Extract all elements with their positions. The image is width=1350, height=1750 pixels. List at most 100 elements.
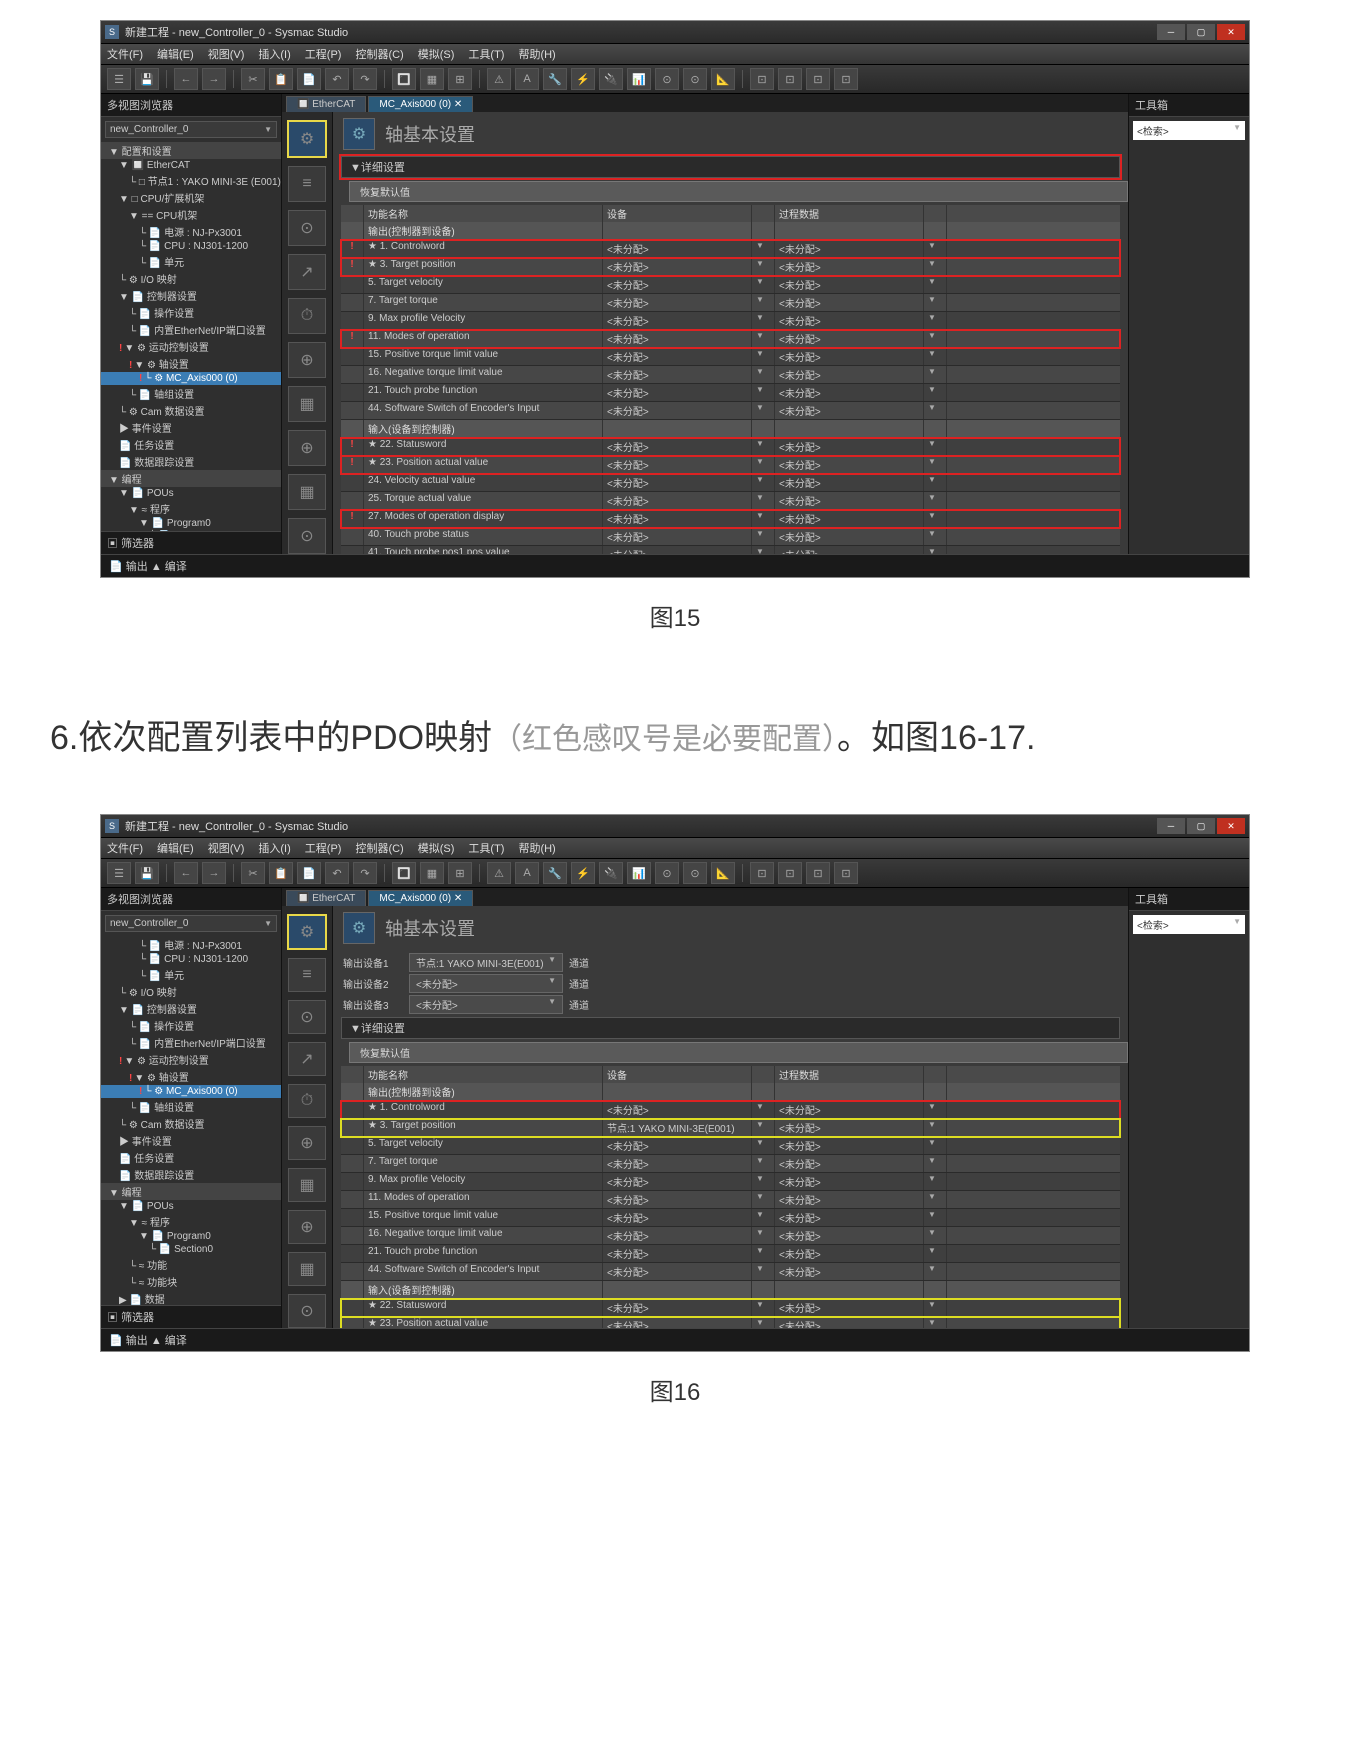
tree-item[interactable]: └ ⚙ Cam 数据设置 [101, 402, 281, 419]
tree-item[interactable]: ▶ 事件设置 [101, 1132, 281, 1149]
menu-item[interactable]: 帮助(H) [518, 46, 555, 62]
toolbar-button[interactable]: ✂ [241, 862, 265, 884]
table-row[interactable]: 16. Negative torque limit value <未分配>▼ <… [341, 366, 1120, 384]
toolbar-button[interactable]: → [202, 862, 226, 884]
table-row[interactable]: ! ★ 1. Controlword <未分配>▼ <未分配>▼ [341, 240, 1120, 258]
tree-item[interactable]: └ 📄 单元 [101, 253, 281, 270]
toolbar-button[interactable]: ✂ [241, 68, 265, 90]
tab-ethercat[interactable]: 🔲 EtherCAT [286, 96, 366, 112]
table-row[interactable]: 44. Software Switch of Encoder's Input <… [341, 1263, 1120, 1281]
table-row[interactable]: 21. Touch probe function <未分配>▼ <未分配>▼ [341, 1245, 1120, 1263]
table-row[interactable]: 11. Modes of operation <未分配>▼ <未分配>▼ [341, 1191, 1120, 1209]
vtool-button[interactable]: ⏱ [288, 1084, 326, 1118]
table-row[interactable]: 9. Max profile Velocity <未分配>▼ <未分配>▼ [341, 312, 1120, 330]
tree-item[interactable]: └ 📄 电源 : NJ-Px3001 [101, 936, 281, 953]
toolbar-button[interactable]: ⚠ [487, 68, 511, 90]
tree-item[interactable]: ▼ □ CPU/扩展机架 [101, 189, 281, 206]
filter-bar[interactable]: ▣ 筛选器 [101, 531, 281, 554]
tree-item[interactable]: └ 📄 轴组设置 [101, 385, 281, 402]
table-row[interactable]: ! ★ 22. Statusword <未分配>▼ <未分配>▼ [341, 438, 1120, 456]
table-row[interactable]: 7. Target torque <未分配>▼ <未分配>▼ [341, 1155, 1120, 1173]
menu-item[interactable]: 工具(T) [468, 840, 504, 856]
toolbar-button[interactable]: ⊡ [750, 68, 774, 90]
toolbar-button[interactable]: ⚠ [487, 862, 511, 884]
tree-item[interactable]: !▼ ⚙ 轴设置 [101, 1068, 281, 1085]
table-row[interactable]: ★ 23. Position actual value <未分配>▼ <未分配>… [341, 1317, 1120, 1328]
toolbar-button[interactable]: 📐 [711, 862, 735, 884]
vtool-button[interactable]: ⊙ [288, 1000, 326, 1034]
toolbar-button[interactable]: → [202, 68, 226, 90]
tree-item[interactable]: ▼ 编程 [101, 470, 281, 487]
tab-ethercat[interactable]: 🔲 EtherCAT [286, 890, 366, 906]
toolbar-button[interactable]: 💾 [135, 68, 159, 90]
table-row[interactable]: 5. Target velocity <未分配>▼ <未分配>▼ [341, 1137, 1120, 1155]
tree-item[interactable]: ▼ 📄 Program0 [101, 517, 281, 530]
toolbar-button[interactable]: 📄 [297, 68, 321, 90]
toolbar-button[interactable]: 🔌 [599, 68, 623, 90]
vtool-button[interactable]: ≡ [288, 166, 326, 202]
table-row[interactable]: 41. Touch probe pos1 pos value <未分配>▼ <未… [341, 546, 1120, 554]
tree-item[interactable]: ▼ 编程 [101, 1183, 281, 1200]
table-row[interactable]: ★ 22. Statusword <未分配>▼ <未分配>▼ [341, 1299, 1120, 1317]
toolbar-button[interactable]: 📐 [711, 68, 735, 90]
table-row[interactable]: ! 11. Modes of operation <未分配>▼ <未分配>▼ [341, 330, 1120, 348]
vtool-button[interactable]: ⊕ [288, 430, 326, 466]
detail-section[interactable]: ▼详细设置 [341, 156, 1120, 178]
tree-item[interactable]: !└ ⚙ MC_Axis000 (0) [101, 1085, 281, 1098]
tree-item[interactable]: ▼ 🔲 EtherCAT [101, 159, 281, 172]
tree-item[interactable]: └ 📄 内置EtherNet/IP端口设置 [101, 321, 281, 338]
menu-item[interactable]: 编辑(E) [157, 46, 194, 62]
tree-item[interactable]: └ ≈ 功能块 [101, 1273, 281, 1290]
vtool-button[interactable]: ⏱ [288, 298, 326, 334]
vtool-button[interactable]: ⚙ [287, 914, 327, 950]
tree-item[interactable]: 📄 数据跟踪设置 [101, 1166, 281, 1183]
toolbar-button[interactable]: ▦ [420, 68, 444, 90]
vtool-button[interactable]: ⊕ [288, 342, 326, 378]
menu-item[interactable]: 模拟(S) [418, 840, 455, 856]
filter-bar[interactable]: ▣ 筛选器 [101, 1305, 281, 1328]
tree-item[interactable]: ▼ == CPU机架 [101, 206, 281, 223]
tree-item[interactable]: ▼ 📄 Program0 [101, 1230, 281, 1243]
search-input[interactable]: <检索>▼ [1133, 121, 1245, 140]
toolbar-button[interactable]: ⊡ [834, 68, 858, 90]
toolbar-button[interactable]: ↷ [353, 68, 377, 90]
toolbar-button[interactable]: ⊡ [778, 68, 802, 90]
table-row[interactable]: 15. Positive torque limit value <未分配>▼ <… [341, 1209, 1120, 1227]
project-tree[interactable]: ▼ 配置和设置▼ 🔲 EtherCAT└ □ 节点1 : YAKO MINI-3… [101, 142, 281, 531]
menu-item[interactable]: 编辑(E) [157, 840, 194, 856]
table-row[interactable]: 7. Target torque <未分配>▼ <未分配>▼ [341, 294, 1120, 312]
minimize-button[interactable]: ─ [1157, 24, 1185, 40]
toolbar-button[interactable]: 🔧 [543, 68, 567, 90]
toolbar-button[interactable]: ↷ [353, 862, 377, 884]
toolbar-button[interactable]: ← [174, 862, 198, 884]
toolbar-button[interactable]: ⊙ [655, 68, 679, 90]
tree-item[interactable]: └ 📄 操作设置 [101, 1017, 281, 1034]
menu-item[interactable]: 模拟(S) [418, 46, 455, 62]
toolbar-button[interactable]: ⊡ [806, 68, 830, 90]
tree-item[interactable]: └ 📄 CPU : NJ301-1200 [101, 953, 281, 966]
tree-item[interactable]: !▼ ⚙ 运动控制设置 [101, 338, 281, 355]
tree-item[interactable]: 📄 任务设置 [101, 1149, 281, 1166]
toolbar-button[interactable]: 📊 [627, 68, 651, 90]
tree-item[interactable]: ▼ 📄 控制器设置 [101, 1000, 281, 1017]
tree-item[interactable]: ▼ 配置和设置 [101, 142, 281, 159]
vtool-button[interactable]: ↗ [288, 1042, 326, 1076]
tab-axis[interactable]: MC_Axis000 (0) ✕ [368, 890, 473, 906]
search-input[interactable]: <检索>▼ [1133, 915, 1245, 934]
tree-item[interactable]: ▼ 📄 POUs [101, 487, 281, 500]
toolbar-button[interactable]: ⚡ [571, 862, 595, 884]
menu-item[interactable]: 视图(V) [208, 46, 245, 62]
tree-item[interactable]: └ 📄 操作设置 [101, 304, 281, 321]
vtool-button[interactable]: ≡ [288, 958, 326, 992]
tree-item[interactable]: └ ⚙ I/O 映射 [101, 983, 281, 1000]
toolbar-button[interactable]: 🔧 [543, 862, 567, 884]
tree-item[interactable]: └ 📄 内置EtherNet/IP端口设置 [101, 1034, 281, 1051]
detail-section[interactable]: ▼详细设置 [341, 1017, 1120, 1039]
menu-item[interactable]: 帮助(H) [518, 840, 555, 856]
toolbar-button[interactable]: 🔳 [392, 862, 416, 884]
tree-item[interactable]: !▼ ⚙ 轴设置 [101, 355, 281, 372]
output-bar[interactable]: 📄 输出 ▲ 编译 [101, 1328, 1249, 1351]
toolbar-button[interactable]: 🔌 [599, 862, 623, 884]
device-dropdown[interactable]: 节点:1 YAKO MINI-3E(E001)▼ [409, 953, 563, 972]
tree-item[interactable]: 📄 任务设置 [101, 436, 281, 453]
